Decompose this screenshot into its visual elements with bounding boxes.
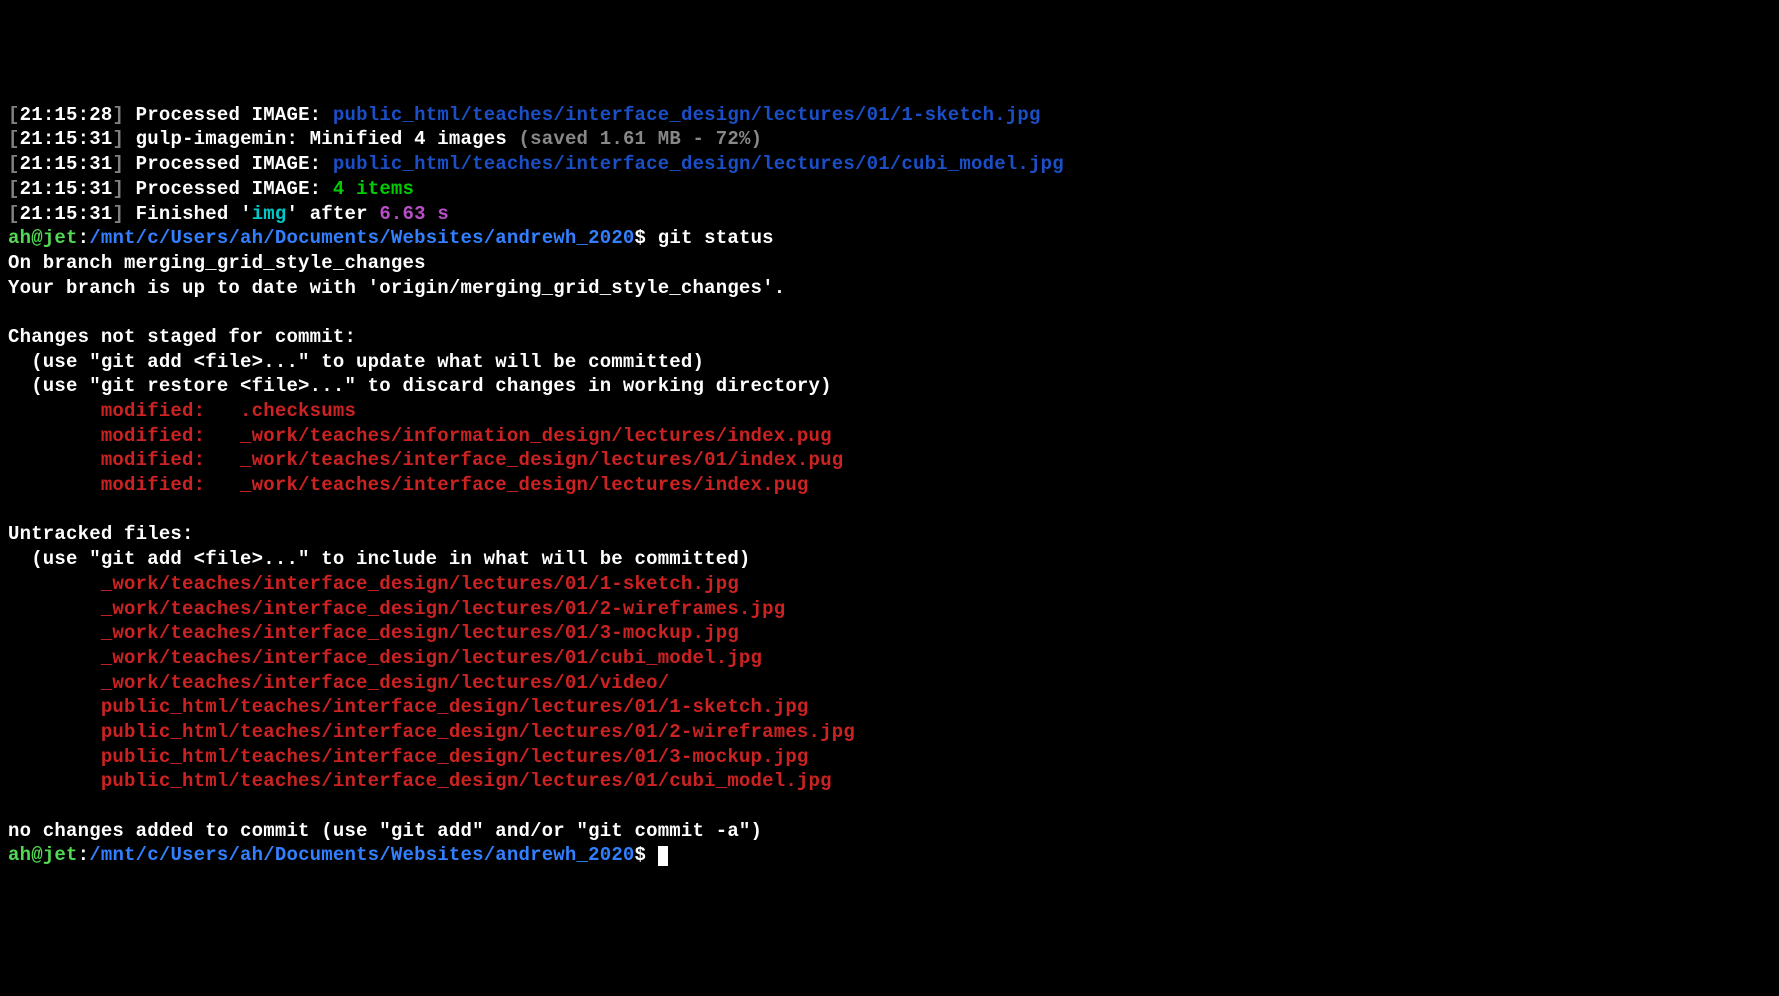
log-line: [21:15:31] Finished 'img' after 6.63 s: [8, 202, 1771, 227]
log-label: Processed IMAGE:: [136, 104, 322, 126]
git-untracked-file: public_html/teaches/interface_design/lec…: [8, 695, 1771, 720]
git-section-header: Changes not staged for commit:: [8, 325, 1771, 350]
log-path: public_html/teaches/interface_design/lec…: [333, 153, 1064, 175]
git-untracked-file: _work/teaches/interface_design/lectures/…: [8, 597, 1771, 622]
git-hint: (use "git add <file>..." to update what …: [8, 350, 1771, 375]
command: git status: [658, 227, 774, 249]
log-count: 4 items: [333, 178, 414, 200]
log-line: [21:15:31] Processed IMAGE: 4 items: [8, 177, 1771, 202]
git-modified-file: modified: _work/teaches/interface_design…: [8, 473, 1771, 498]
log-extra: (saved 1.61 MB - 72%): [519, 128, 763, 150]
log-postfix: ' after: [287, 203, 380, 225]
git-hint: (use "git restore <file>..." to discard …: [8, 374, 1771, 399]
log-label: Processed IMAGE:: [136, 153, 322, 175]
prompt-line[interactable]: ah@jet:/mnt/c/Users/ah/Documents/Website…: [8, 843, 1771, 868]
prompt-colon: :: [78, 844, 90, 866]
log-line: [21:15:31] Processed IMAGE: public_html/…: [8, 152, 1771, 177]
git-modified-file: modified: _work/teaches/interface_design…: [8, 448, 1771, 473]
terminal-output[interactable]: [21:15:28] Processed IMAGE: public_html/…: [8, 103, 1771, 868]
git-branch: On branch merging_grid_style_changes: [8, 251, 1771, 276]
prompt-path: /mnt/c/Users/ah/Documents/Websites/andre…: [89, 844, 634, 866]
timestamp: 21:15:28: [20, 104, 113, 126]
prompt-user: ah@jet: [8, 227, 78, 249]
prompt-path: /mnt/c/Users/ah/Documents/Websites/andre…: [89, 227, 634, 249]
git-untracked-file: public_html/teaches/interface_design/lec…: [8, 745, 1771, 770]
log-label: Processed IMAGE:: [136, 178, 322, 200]
timestamp: 21:15:31: [20, 128, 113, 150]
log-prefix: Finished ': [136, 203, 252, 225]
log-label: gulp-imagemin: Minified 4 images: [136, 128, 507, 150]
prompt-user: ah@jet: [8, 844, 78, 866]
log-path: public_html/teaches/interface_design/lec…: [333, 104, 1041, 126]
prompt-colon: :: [78, 227, 90, 249]
timestamp: 21:15:31: [20, 178, 113, 200]
git-modified-file: modified: .checksums: [8, 399, 1771, 424]
prompt-dollar: $: [635, 844, 647, 866]
git-uptodate: Your branch is up to date with 'origin/m…: [8, 276, 1771, 301]
duration: 6.63 s: [379, 203, 449, 225]
git-untracked-file: public_html/teaches/interface_design/lec…: [8, 720, 1771, 745]
git-untracked-file: _work/teaches/interface_design/lectures/…: [8, 621, 1771, 646]
git-modified-file: modified: _work/teaches/information_desi…: [8, 424, 1771, 449]
git-section-header: Untracked files:: [8, 522, 1771, 547]
git-footer: no changes added to commit (use "git add…: [8, 819, 1771, 844]
cursor-icon: [658, 846, 668, 866]
timestamp: 21:15:31: [20, 203, 113, 225]
log-line: [21:15:28] Processed IMAGE: public_html/…: [8, 103, 1771, 128]
git-untracked-file: _work/teaches/interface_design/lectures/…: [8, 671, 1771, 696]
git-untracked-file: _work/teaches/interface_design/lectures/…: [8, 646, 1771, 671]
git-hint: (use "git add <file>..." to include in w…: [8, 547, 1771, 572]
log-line: [21:15:31] gulp-imagemin: Minified 4 ima…: [8, 127, 1771, 152]
git-untracked-file: public_html/teaches/interface_design/lec…: [8, 769, 1771, 794]
prompt-dollar: $: [635, 227, 647, 249]
git-untracked-file: _work/teaches/interface_design/lectures/…: [8, 572, 1771, 597]
timestamp: 21:15:31: [20, 153, 113, 175]
task-name: img: [252, 203, 287, 225]
prompt-line: ah@jet:/mnt/c/Users/ah/Documents/Website…: [8, 226, 1771, 251]
